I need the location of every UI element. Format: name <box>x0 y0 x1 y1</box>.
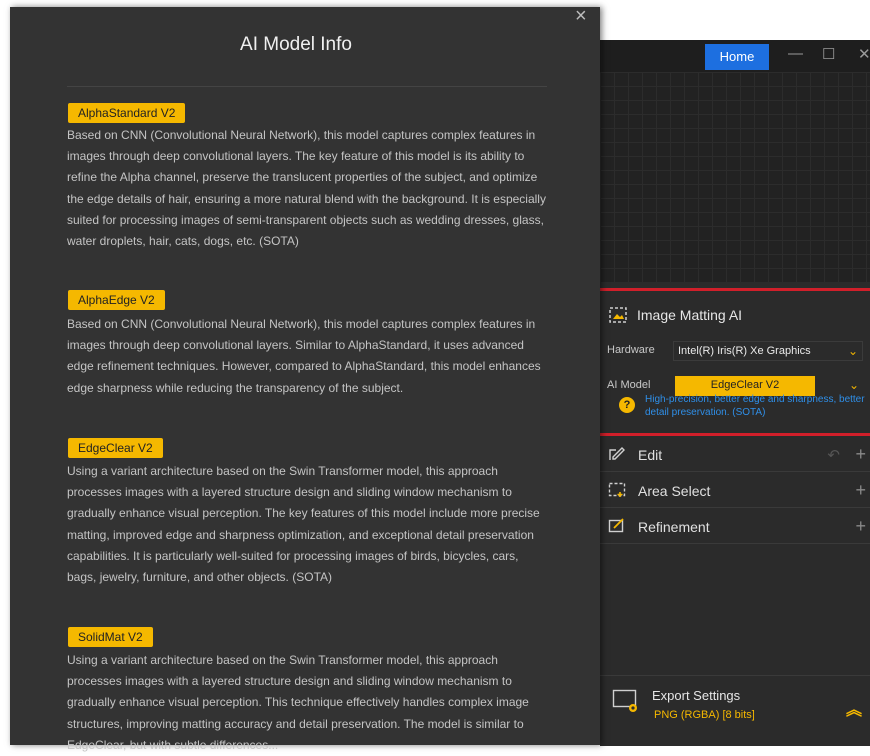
hardware-value: Intel(R) Iris(R) Xe Graphics <box>678 345 811 357</box>
image-matting-title: Image Matting AI <box>637 307 743 323</box>
close-icon[interactable]: × <box>575 5 587 28</box>
model-description: Using a variant architecture based on th… <box>67 464 540 585</box>
minimize-button[interactable]: — <box>788 45 803 62</box>
undo-icon[interactable]: ↶ <box>827 446 840 464</box>
ai-model-label: AI Model <box>607 379 651 391</box>
chevron-down-icon: ⌄ <box>847 344 858 358</box>
export-format: PNG (RGBA) [8 bits] <box>654 709 755 721</box>
chevron-down-icon: ⌄ <box>848 378 859 392</box>
section-label: Edit <box>638 447 663 463</box>
section-area-select[interactable]: Area Select + <box>600 474 870 508</box>
section-label: Area Select <box>638 483 711 499</box>
image-matting-panel: Image Matting AI Hardware Intel(R) Iris(… <box>582 288 870 436</box>
app-window: Home — ☐ ✕ Image Matting AI Hardware Int… <box>582 40 870 746</box>
hardware-label: Hardware <box>607 344 655 356</box>
expand-plus-icon[interactable]: + <box>855 516 866 537</box>
section-edit[interactable]: Edit ↶ + <box>600 438 870 472</box>
image-canvas[interactable] <box>600 72 870 282</box>
model-description: Based on CNN (Convolutional Neural Netwo… <box>67 317 541 395</box>
hardware-select[interactable]: Intel(R) Iris(R) Xe Graphics ⌄ <box>673 341 863 361</box>
divider <box>67 86 547 87</box>
model-badge-solidmat: SolidMat V2 <box>68 627 153 647</box>
close-window-button[interactable]: ✕ <box>858 45 870 63</box>
edit-icon <box>609 447 625 460</box>
model-description: Based on CNN (Convolutional Neural Netwo… <box>67 128 546 249</box>
ai-model-info-dialog: AI Model Info × AlphaStandard V2 Based o… <box>10 5 600 752</box>
export-title: Export Settings <box>652 688 741 703</box>
collapse-up-icon[interactable]: ︽ <box>846 696 862 720</box>
image-matting-icon <box>609 307 627 323</box>
section-label: Refinement <box>638 519 710 535</box>
area-select-icon <box>608 482 626 497</box>
model-badge-alphaedge: AlphaEdge V2 <box>68 290 165 310</box>
help-icon[interactable]: ? <box>619 397 635 413</box>
maximize-button[interactable]: ☐ <box>822 45 835 63</box>
expand-plus-icon[interactable]: + <box>855 444 866 465</box>
expand-plus-icon[interactable]: + <box>855 480 866 501</box>
model-hint: High-precision, better edge and sharpnes… <box>645 394 865 418</box>
export-settings[interactable]: Export Settings PNG (RGBA) [8 bits] ︽ <box>600 675 870 746</box>
model-badge-alphastandard: AlphaStandard V2 <box>68 103 186 123</box>
section-refinement[interactable]: Refinement + <box>600 510 870 544</box>
dialog-title: AI Model Info <box>240 34 352 55</box>
home-button[interactable]: Home <box>705 44 769 70</box>
export-icon <box>612 689 637 712</box>
model-badge-edgeclear: EdgeClear V2 <box>68 438 163 458</box>
title-bar: Home — ☐ ✕ <box>600 40 870 72</box>
refinement-icon <box>608 518 624 533</box>
model-description: Using a variant architecture based on th… <box>67 653 529 752</box>
